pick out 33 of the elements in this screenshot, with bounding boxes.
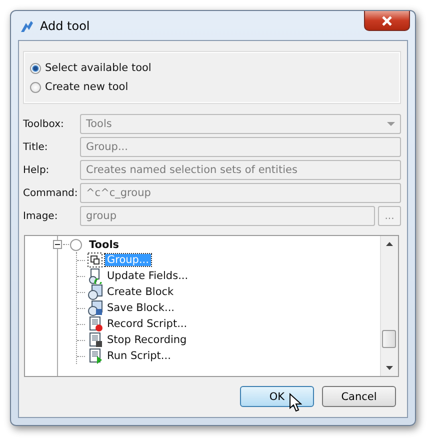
block-save-icon (87, 300, 103, 316)
close-button[interactable] (364, 11, 410, 31)
field-label: Help: (23, 164, 50, 176)
tree-item[interactable]: Update Fields... (105, 270, 190, 282)
tree-item[interactable]: Run Script... (105, 350, 173, 362)
scroll-down-icon[interactable] (386, 366, 393, 370)
script-play-icon (87, 348, 103, 364)
scroll-up-icon[interactable] (386, 242, 393, 246)
block-icon (87, 284, 103, 300)
tree-item[interactable]: Create Block (105, 286, 176, 298)
mouse-pointer-icon (289, 393, 302, 413)
radio-button[interactable] (30, 62, 41, 74)
tree-item[interactable]: Stop Recording (105, 334, 189, 346)
field-label: Command: (23, 188, 79, 198)
option-label: Create new tool (45, 81, 128, 93)
field-label: Title: (23, 142, 49, 152)
window-title: Add tool (40, 18, 90, 32)
cancel-button[interactable]: Cancel (322, 386, 396, 407)
script-record-icon (87, 316, 103, 332)
collapse-icon[interactable] (53, 240, 62, 249)
close-icon (381, 16, 393, 26)
tree-item[interactable]: Tools (89, 238, 120, 250)
field-label: Image: (23, 210, 59, 222)
caret-icon (387, 122, 395, 126)
scrollbar[interactable] (380, 236, 398, 376)
tree-item[interactable]: Record Script... (105, 318, 190, 330)
option-label: Select available tool (45, 62, 152, 74)
radio-button[interactable] (30, 82, 41, 92)
tree-item[interactable]: Save Block... (105, 302, 177, 314)
scroll-thumb[interactable] (382, 330, 396, 348)
field-label: Toolbox: (23, 118, 65, 130)
script-stop-icon (87, 332, 103, 348)
group-icon (87, 252, 103, 268)
